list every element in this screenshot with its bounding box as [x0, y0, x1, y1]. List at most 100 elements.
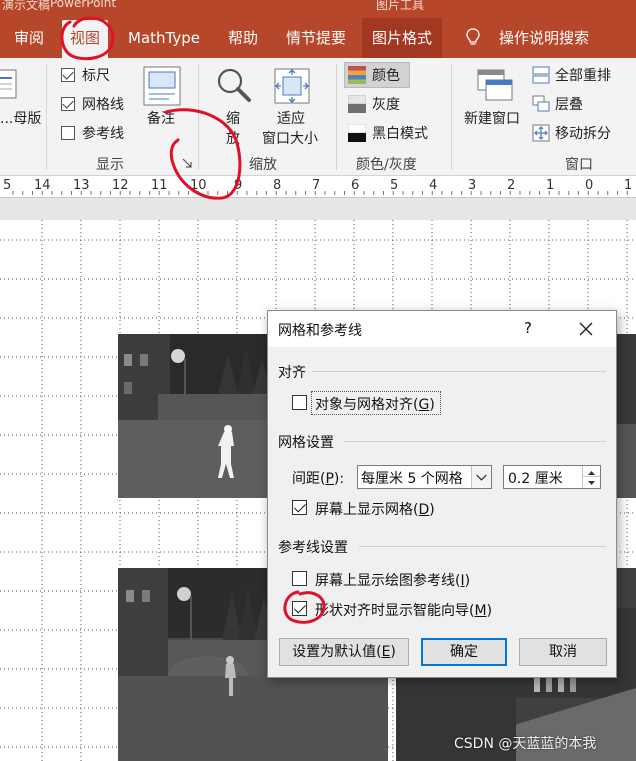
grid-section-title: 网格设置 [278, 435, 334, 451]
smart-guides-checkbox[interactable] [292, 601, 307, 616]
ruler-checkbox[interactable] [61, 68, 75, 82]
ruler-tick-label: 6 [351, 178, 360, 193]
spacing-value: 0.2 厘米 [508, 471, 563, 487]
group-separator [198, 64, 199, 170]
cascade-icon [532, 95, 550, 112]
smart-guides-hotkey: M [474, 603, 487, 619]
grid-and-guides-dialog: 网格和参考线 ? 对齐 对象与网格对齐(G) 网格设置 间距(P): 每厘米 5… [267, 310, 617, 678]
new-window-label[interactable]: 新建窗口 [464, 108, 520, 128]
spacing-label: 间距(P): [292, 468, 344, 488]
move-split-icon [532, 124, 550, 142]
smart-guides-label[interactable]: 形状对齐时显示智能向导(M) [315, 600, 492, 620]
ruler-tick-label: 1 [546, 178, 555, 193]
close-icon[interactable] [578, 321, 594, 337]
ruler-tick-label: 4 [429, 178, 438, 193]
black-white-swatch-icon [348, 124, 366, 142]
color-label[interactable]: 颜色 [372, 65, 400, 85]
grayscale-label[interactable]: 灰度 [372, 94, 400, 114]
show-guides-checkbox[interactable] [292, 571, 307, 586]
notes-icon[interactable] [143, 66, 181, 106]
ruler-tick-label: 12 [112, 178, 129, 193]
window-title-right: 图片工具 [376, 0, 425, 12]
ruler-tick-label: 8 [273, 178, 282, 193]
spin-up-button[interactable] [583, 466, 600, 477]
ruler-tick-label: 5 [3, 178, 12, 193]
fit-label-top[interactable]: 适应 [277, 108, 305, 128]
zoom-group-name: 缩放 [249, 157, 277, 173]
spin-down-button[interactable] [583, 477, 600, 488]
gridlines-checkbox[interactable] [61, 97, 75, 111]
focus-rectangle [311, 391, 441, 415]
tell-me-search[interactable]: 操作说明搜索 [499, 18, 589, 58]
thermal-photo-1[interactable] [118, 334, 278, 498]
ruler-tick-label: 10 [190, 178, 207, 193]
spacing-spinbox[interactable]: 0.2 厘米 [503, 465, 601, 489]
ruler-tick-label: 2 [507, 178, 516, 193]
tab-storyboard[interactable]: 情节提要 [286, 18, 346, 58]
spacing-select[interactable]: 每厘米 5 个网格 [357, 465, 492, 489]
tab-help[interactable]: 帮助 [228, 18, 258, 58]
window-title-app: PowerPoint [50, 0, 117, 10]
help-button[interactable]: ? [524, 319, 532, 337]
notes-label[interactable]: 备注 [147, 108, 175, 128]
zoom-label-bottom[interactable]: 放 [226, 128, 240, 148]
ruler-tick-label: 0 [585, 178, 594, 193]
ok-button[interactable]: 确定 [421, 638, 507, 666]
set-default-text: 设置为默认值( [292, 644, 382, 660]
smart-guides-suffix: ) [486, 603, 493, 619]
black-white-label[interactable]: 黑白模式 [372, 123, 428, 143]
show-grid-label[interactable]: 屏幕上显示网格(D) [315, 499, 435, 519]
zoom-label-top[interactable]: 缩 [226, 108, 240, 128]
master-view-icon[interactable] [0, 68, 20, 102]
spacing-text: 间距( [292, 471, 326, 487]
fit-label-bottom[interactable]: 窗口大小 [262, 128, 318, 148]
set-default-suffix: ) [390, 644, 396, 660]
spinner-buttons [582, 466, 600, 488]
cancel-button[interactable]: 取消 [519, 638, 607, 666]
cascade-label[interactable]: 层叠 [555, 94, 583, 114]
ribbon-panel: ...母版 标尺 网格线 参考线 备注 显示 缩 放 适应 窗口大小 缩放 颜色 [0, 58, 636, 176]
grayscale-swatch-icon [348, 95, 366, 113]
slide-area-margin [0, 198, 636, 220]
magnifier-icon[interactable] [214, 66, 254, 106]
window-title-strip: 演示文稿 PowerPoint 图片工具 [0, 0, 636, 16]
set-default-button[interactable]: 设置为默认值(E) [279, 638, 409, 666]
gridlines-label[interactable]: 网格线 [82, 94, 124, 114]
ruler-tick-label: 14 [34, 178, 51, 193]
color-group-name: 颜色/灰度 [356, 157, 417, 173]
arrange-all-icon [532, 66, 550, 84]
show-guides-suffix: ) [464, 573, 471, 589]
spacing-suffix: ): [333, 471, 345, 487]
window-group-name: 窗口 [565, 157, 593, 173]
move-split-label[interactable]: 移动拆分 [555, 123, 611, 143]
master-view-label[interactable]: ...母版 [0, 108, 41, 128]
group-separator [336, 64, 337, 170]
new-window-icon[interactable] [474, 66, 514, 106]
guides-label[interactable]: 参考线 [82, 123, 124, 143]
select-arrow[interactable] [471, 466, 491, 488]
arrange-all-label[interactable]: 全部重排 [555, 65, 611, 85]
ribbon-tab-bar: 演示文稿 PowerPoint 图片工具 审阅 视图 MathType 帮助 情… [0, 0, 636, 58]
snap-to-grid-checkbox[interactable] [292, 395, 307, 410]
lightbulb-icon [466, 28, 480, 45]
ruler-label[interactable]: 标尺 [82, 65, 110, 85]
spacing-select-value: 每厘米 5 个网格 [361, 471, 463, 487]
dialog-launcher-icon[interactable] [182, 158, 192, 168]
section-divider [359, 546, 606, 547]
ruler-tick-label: 5 [390, 178, 399, 193]
thermal-photo-2-image [616, 334, 636, 498]
show-grid-checkbox[interactable] [292, 500, 307, 515]
tab-picture-format[interactable]: 图片格式 [362, 18, 443, 58]
thermal-photo-2[interactable] [616, 334, 636, 498]
tab-view[interactable]: 视图 [62, 20, 109, 58]
section-divider [344, 441, 606, 442]
ruler-tick-label: 9 [234, 178, 243, 193]
guides-checkbox[interactable] [61, 126, 75, 140]
dialog-title-bar[interactable]: 网格和参考线 ? [268, 311, 616, 347]
tab-review[interactable]: 审阅 [14, 18, 44, 58]
show-guides-label[interactable]: 屏幕上显示绘图参考线(I) [315, 570, 470, 590]
horizontal-ruler[interactable]: 5 14 13 12 11 10 9 8 7 6 5 4 3 2 1 0 1 [0, 176, 636, 198]
show-grid-suffix: ) [429, 502, 435, 518]
fit-to-window-icon[interactable] [272, 66, 312, 106]
tab-mathtype[interactable]: MathType [128, 18, 200, 58]
